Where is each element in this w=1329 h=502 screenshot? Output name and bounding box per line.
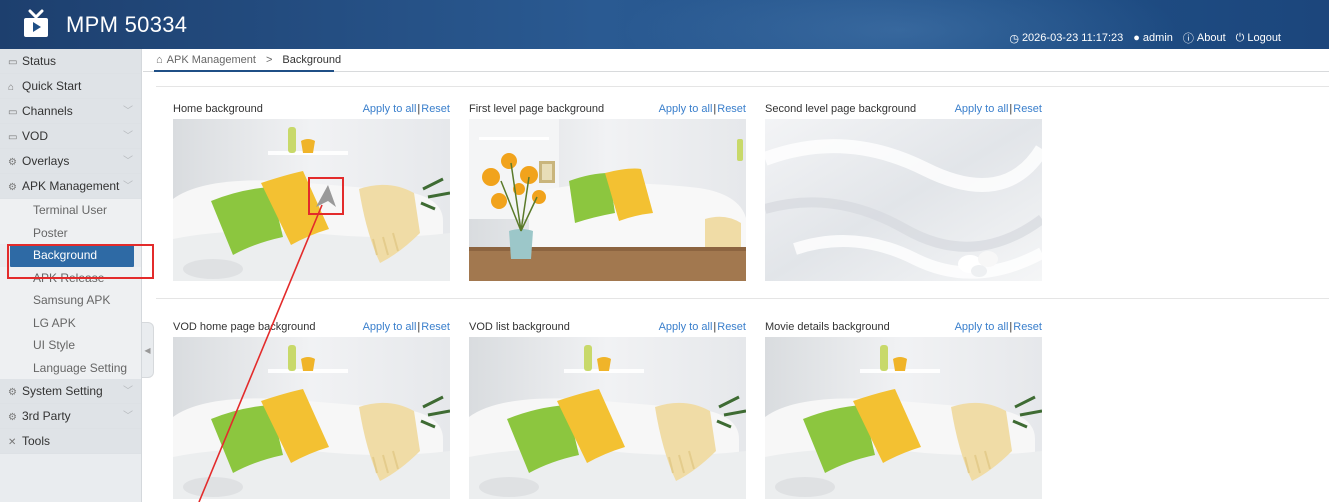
annotation-pointer-line xyxy=(198,204,323,502)
